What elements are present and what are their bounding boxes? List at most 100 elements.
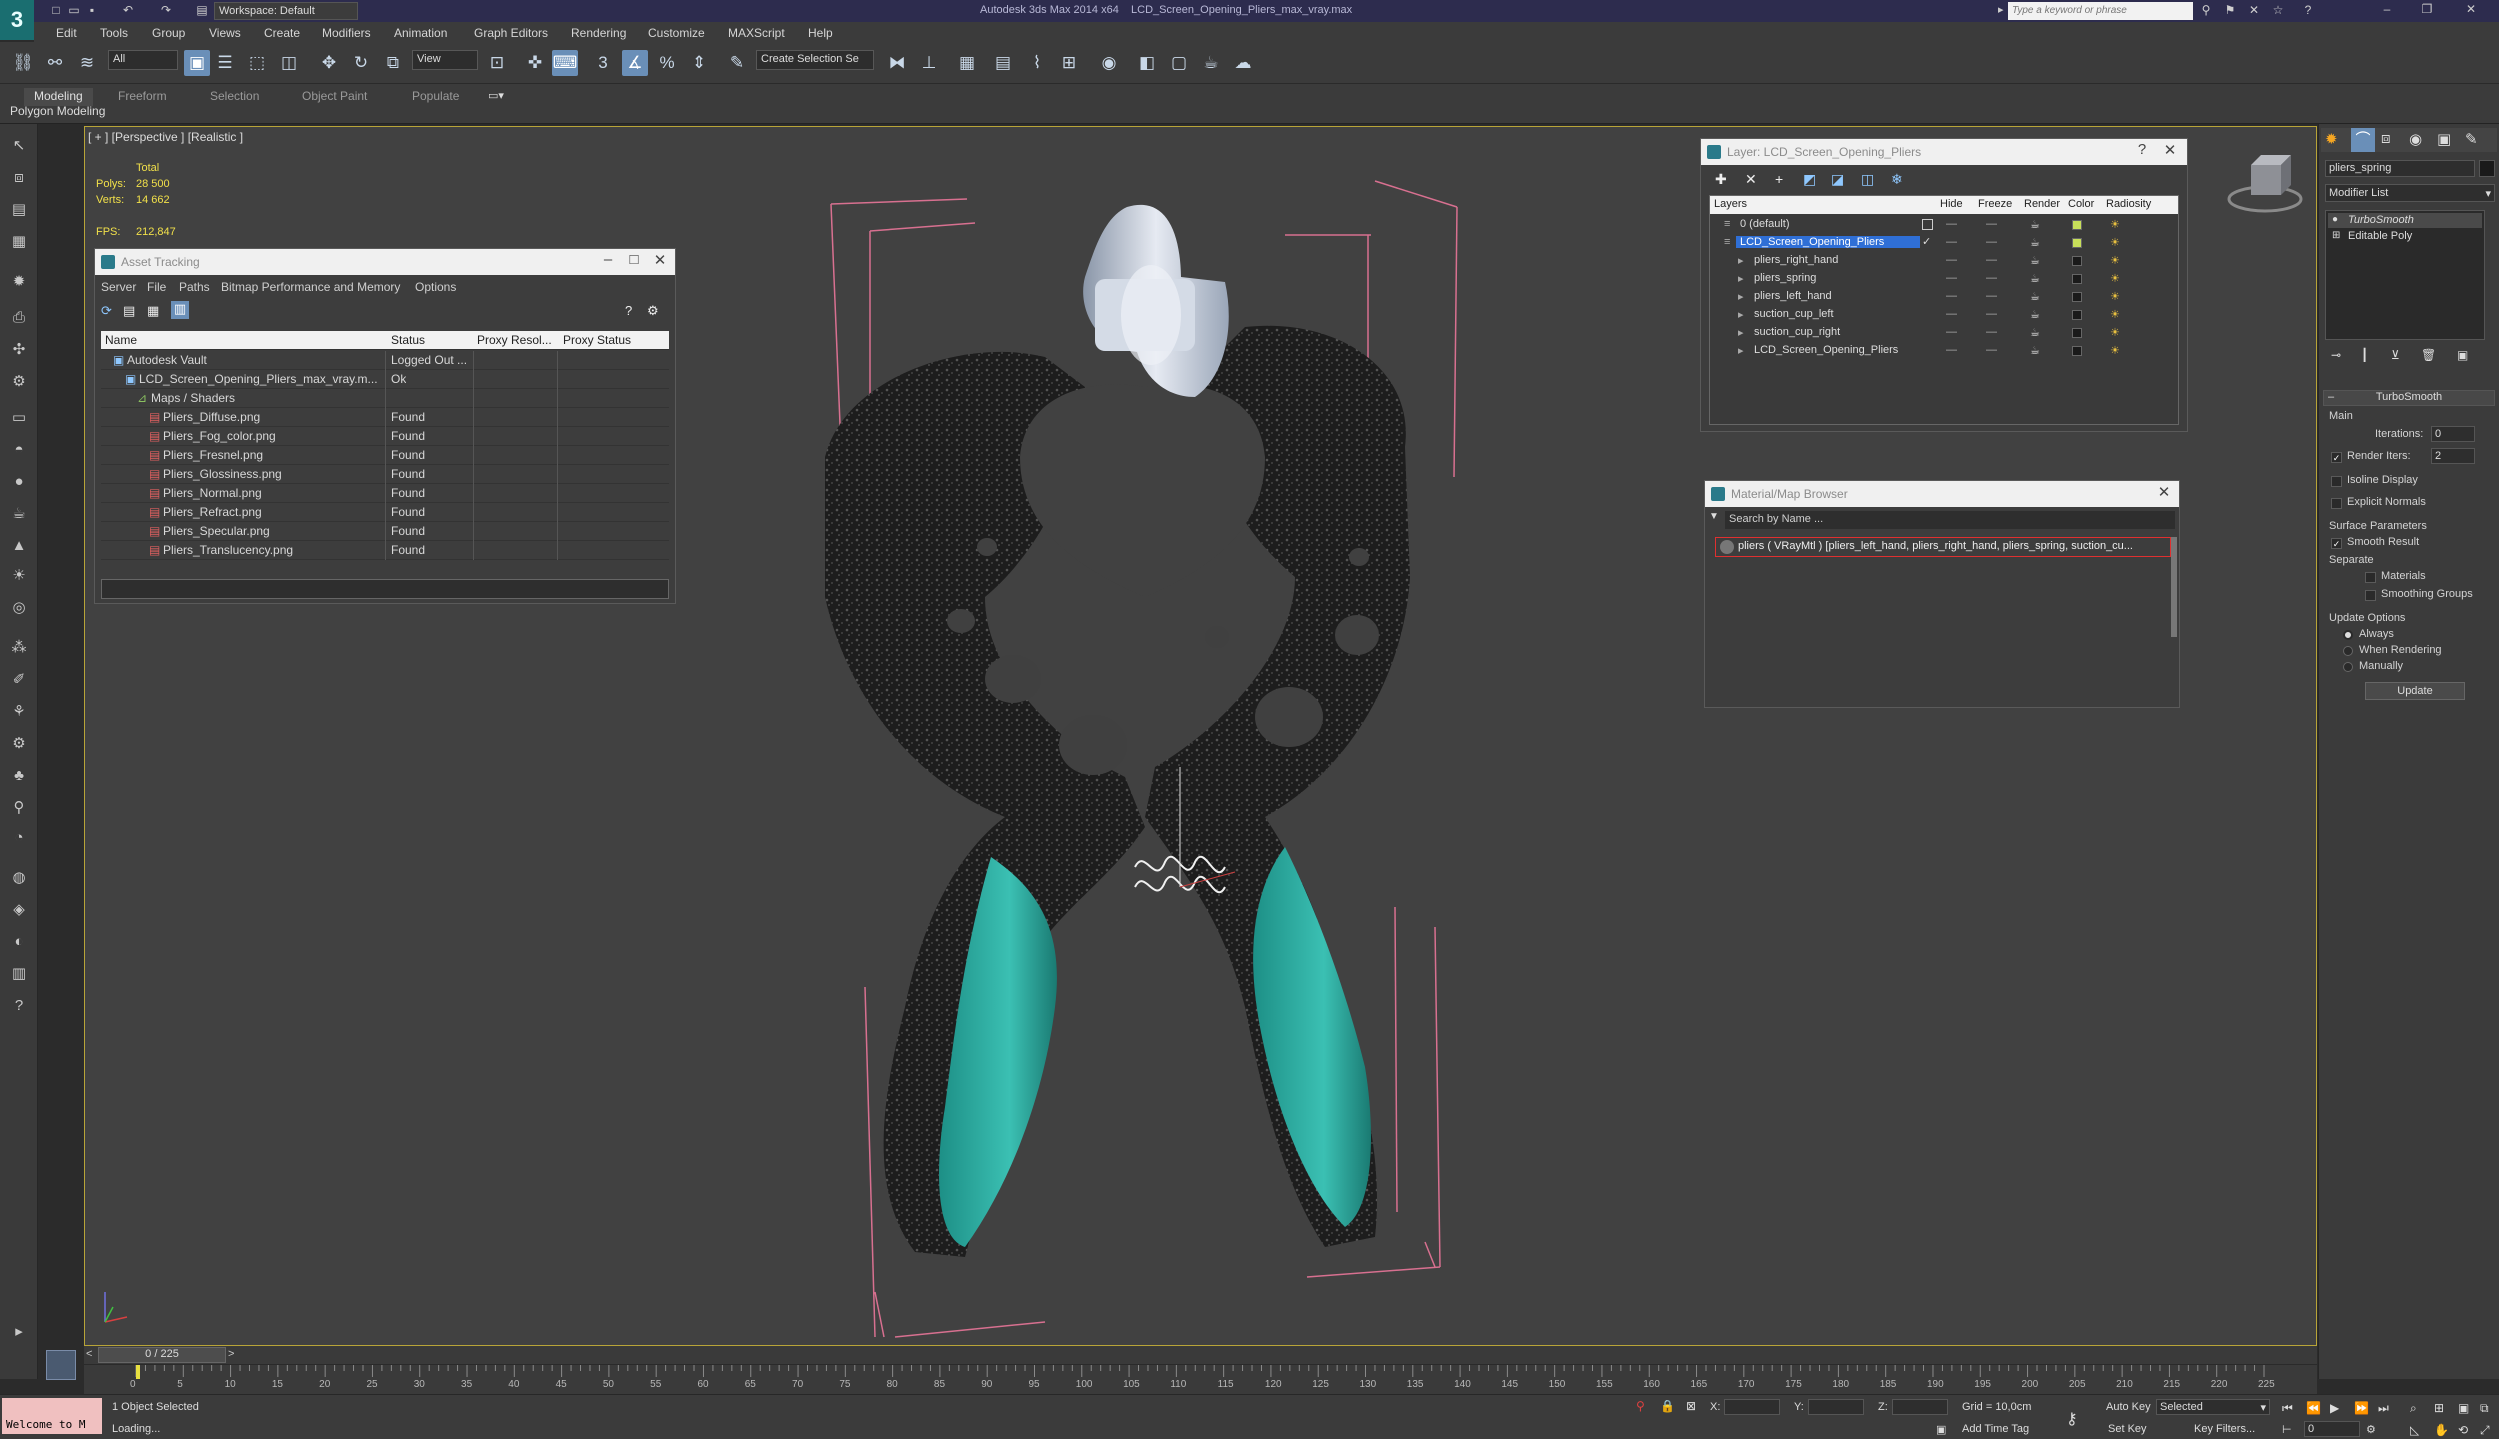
stack-item-editable-poly[interactable]: ⊞ Editable Poly <box>2328 229 2482 244</box>
material-browser-scrollbar[interactable] <box>2171 537 2177 637</box>
layer-name-cell[interactable]: pliers_right_hand <box>1750 254 1842 266</box>
auto-key-button[interactable]: Auto Key <box>2106 1401 2151 1413</box>
motion-tab-icon[interactable]: ◉ <box>2409 130 2422 148</box>
browser-options-arrow-icon[interactable]: ▼ <box>1709 511 1719 522</box>
z-coord-field[interactable] <box>1892 1399 1948 1415</box>
current-layer-check-icon[interactable]: ✓ <box>1922 235 1931 248</box>
layer-name-cell[interactable]: suction_cup_right <box>1750 326 1844 338</box>
menu-help[interactable]: Help <box>808 26 833 40</box>
object-color-swatch[interactable] <box>2479 160 2495 177</box>
highlight-layer-icon[interactable]: ◪ <box>1831 171 1844 188</box>
named-selection-dropdown[interactable]: Create Selection Se <box>756 50 874 70</box>
key-mode-dropdown[interactable]: Selected ▾ <box>2156 1399 2270 1415</box>
configure-sets-icon[interactable]: ▣ <box>2457 348 2468 362</box>
lights-icon[interactable]: ✹ <box>7 270 31 294</box>
asset-menu-paths[interactable]: Paths <box>179 280 210 294</box>
render-toggle-icon[interactable]: ☕ <box>2030 344 2040 357</box>
asset-row[interactable]: ⊿ Maps / Shaders <box>101 389 669 408</box>
expand-plus-icon[interactable]: ⊞ <box>2332 230 2340 241</box>
play-icon[interactable]: ▶ <box>2330 1401 2339 1415</box>
layer-name-cell[interactable]: LCD_Screen_Opening_Pliers <box>1750 344 1902 356</box>
menu-views[interactable]: Views <box>209 26 241 40</box>
col-color-header[interactable]: Color <box>2068 198 2094 210</box>
vray-icon[interactable]: ◐ <box>7 930 31 954</box>
viewcube[interactable] <box>2227 155 2303 213</box>
object-name-field[interactable]: pliers_spring <box>2325 160 2475 177</box>
teapot-icon[interactable]: ☕ <box>7 502 31 526</box>
asset-tracking-minimize-button[interactable]: – <box>597 251 619 271</box>
asset-tracking-maximize-button[interactable]: □ <box>623 251 645 271</box>
hold-icon[interactable]: ▤ <box>194 3 210 19</box>
col-status-header[interactable]: Status <box>391 333 425 347</box>
select-tool-icon[interactable]: ↖ <box>7 134 31 158</box>
layer-color-swatch[interactable] <box>2072 310 2082 320</box>
hide-toggle-icon[interactable]: — <box>1946 272 1957 284</box>
cone-icon[interactable]: ◓ <box>7 438 31 462</box>
keyboard-shortcut-override-icon[interactable]: ⌨ <box>552 50 578 76</box>
render-iters-spinner[interactable]: 2 <box>2431 448 2475 464</box>
current-frame-marker[interactable] <box>136 1365 140 1379</box>
list-view-icon[interactable]: ▤ <box>123 303 135 319</box>
reference-coordinate-dropdown[interactable]: View <box>412 50 478 70</box>
menu-group[interactable]: Group <box>152 26 185 40</box>
smoothing-groups-checkbox[interactable] <box>2365 590 2376 601</box>
menu-modifiers[interactable]: Modifiers <box>322 26 371 40</box>
zoom-extents-icon[interactable]: ▣ <box>2458 1401 2469 1415</box>
render-toggle-icon[interactable]: ☕ <box>2030 308 2040 321</box>
render-toggle-icon[interactable]: ☕ <box>2030 218 2040 231</box>
asset-row[interactable]: ▤ Pliers_Normal.png Found <box>101 484 669 503</box>
asset-tracking-close-button[interactable]: ✕ <box>649 251 671 271</box>
hide-toggle-icon[interactable]: — <box>1946 218 1957 230</box>
always-radio[interactable] <box>2343 630 2353 640</box>
material-browser-titlebar[interactable]: Material/Map Browser <box>1705 481 2179 507</box>
percent-snap-icon[interactable]: % <box>654 50 680 76</box>
radiosity-icon[interactable]: ☀ <box>2110 254 2120 267</box>
app-logo-icon[interactable]: 3 <box>0 0 34 40</box>
render-iters-checkbox[interactable]: ✓ <box>2331 452 2342 463</box>
workspace-dropdown[interactable]: Workspace: Default <box>214 2 358 20</box>
select-and-rotate-icon[interactable]: ↻ <box>348 50 374 76</box>
layer-color-swatch[interactable] <box>2072 292 2082 302</box>
expand-arrow-icon[interactable]: ▸ <box>7 1320 31 1344</box>
field-of-view-icon[interactable]: ◺ <box>2410 1423 2419 1437</box>
smooth-result-checkbox[interactable]: ✓ <box>2331 538 2342 549</box>
display-tab-icon[interactable]: ▣ <box>2437 130 2451 148</box>
shell-icon[interactable]: ◔ <box>7 826 31 850</box>
asset-menu-bitmap-performance[interactable]: Bitmap Performance and Memory <box>221 280 400 294</box>
pin-stack-icon[interactable]: ⊸ <box>2331 348 2341 362</box>
freeze-toggle-icon[interactable]: — <box>1986 344 1997 356</box>
select-by-name-icon[interactable]: ☰ <box>212 50 238 76</box>
update-button[interactable]: Update <box>2365 682 2465 700</box>
freeze-all-layers-icon[interactable]: ❄ <box>1891 171 1903 188</box>
layer-row[interactable]: ≡ LCD_Screen_Opening_Pliers — — ☕ ☀ ✓ <box>1710 234 2178 252</box>
display-icon[interactable]: ▦ <box>7 230 31 254</box>
menu-rendering[interactable]: Rendering <box>571 26 626 40</box>
asset-options-icon[interactable]: ⚙ <box>647 303 659 319</box>
set-key-icon[interactable]: ⚷ <box>2066 1409 2078 1429</box>
ribbon-options-icon[interactable]: ▭▾ <box>488 89 504 102</box>
when-rendering-radio[interactable] <box>2343 646 2353 656</box>
biped-icon[interactable]: ⚲ <box>7 796 31 820</box>
rendered-frame-window-icon[interactable]: ▢ <box>1166 50 1192 76</box>
help-search-input[interactable]: Type a keyword or phrase <box>2008 2 2193 20</box>
globe-icon[interactable]: ◍ <box>7 866 31 890</box>
freeze-toggle-icon[interactable]: — <box>1986 254 1997 266</box>
freeze-toggle-icon[interactable]: — <box>1986 326 1997 338</box>
viewport-label[interactable]: [ + ] [Perspective ] [Realistic ] <box>88 130 243 144</box>
unlink-icon[interactable]: ⚯ <box>42 50 68 76</box>
col-freeze-header[interactable]: Freeze <box>1978 198 2012 210</box>
orbit-icon[interactable]: ⟲ <box>2458 1423 2468 1437</box>
asset-row[interactable]: ▤ Pliers_Specular.png Found <box>101 522 669 541</box>
asset-menu-file[interactable]: File <box>147 280 166 294</box>
col-proxy-status-header[interactable]: Proxy Status <box>563 333 631 347</box>
asset-row[interactable]: ▣ LCD_Screen_Opening_Pliers_max_vray.m...… <box>101 370 669 389</box>
modify-tab-icon[interactable]: ⌒ <box>2351 128 2375 152</box>
layer-manager-titlebar[interactable]: Layer: LCD_Screen_Opening_Pliers <box>1701 139 2187 165</box>
render-element-icon[interactable]: ◈ <box>7 898 31 922</box>
menu-edit[interactable]: Edit <box>56 26 77 40</box>
polygon-modeling-label[interactable]: Polygon Modeling <box>10 104 105 118</box>
asset-row[interactable]: ▤ Pliers_Fog_color.png Found <box>101 427 669 446</box>
open-file-icon[interactable]: ▭ <box>66 3 82 19</box>
layer-manager-icon[interactable]: ▦ <box>954 50 980 76</box>
hide-toggle-icon[interactable]: — <box>1946 326 1957 338</box>
